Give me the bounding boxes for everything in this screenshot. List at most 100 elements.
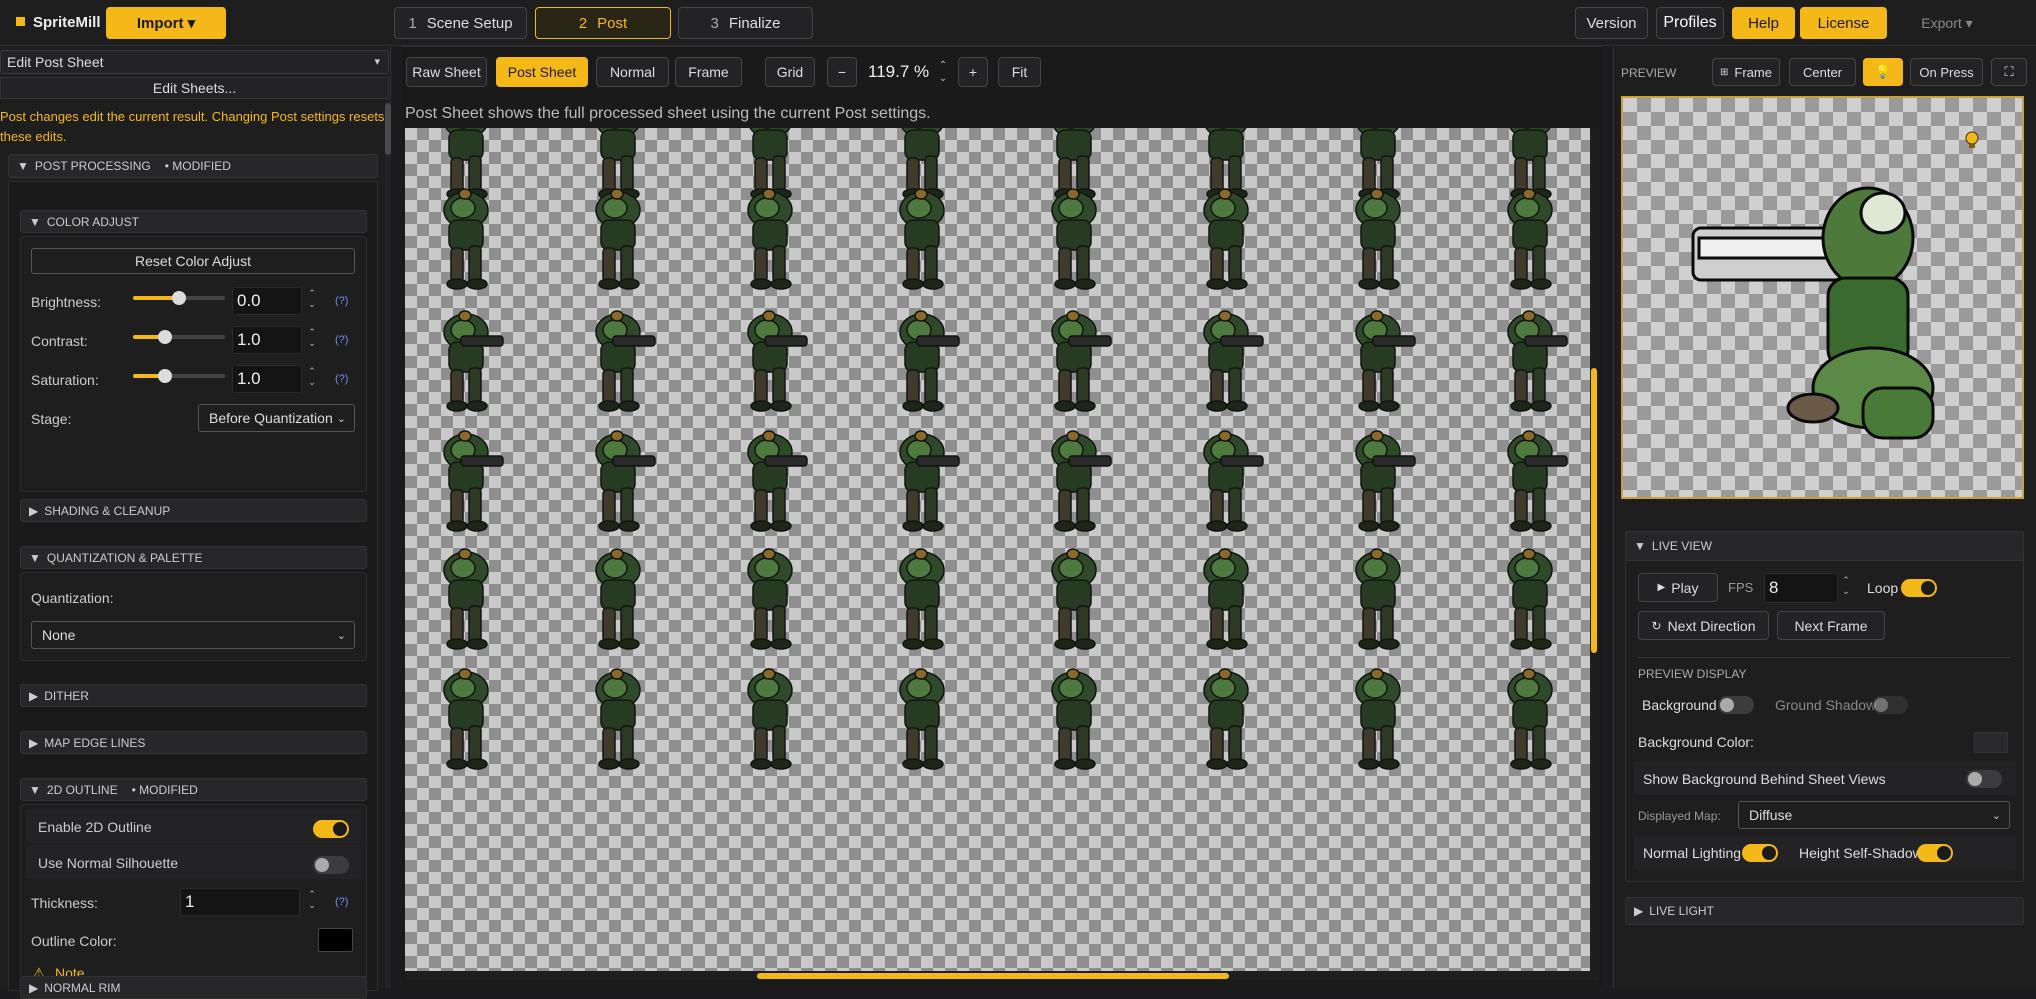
sheet-sprite-frame (573, 300, 663, 415)
license-button[interactable]: License (1800, 7, 1887, 39)
step-scene-setup[interactable]: 1 Scene Setup (394, 7, 527, 39)
section-quantization-palette[interactable]: ▼ QUANTIZATION & PALETTE (20, 546, 367, 569)
left-scrollbar[interactable] (385, 103, 391, 988)
top-bar: SpriteMill Import ▾ 1 Scene Setup 2 Post 3… (0, 0, 2036, 46)
saturation-slider[interactable] (133, 369, 225, 383)
step-finalize[interactable]: 3 Finalize (678, 7, 813, 39)
show-bg-behind-toggle[interactable] (1966, 770, 2002, 788)
height-self-shadow-toggle[interactable] (1917, 844, 1953, 862)
saturation-input[interactable]: 1.0 (232, 365, 302, 393)
version-button[interactable]: Version (1575, 7, 1648, 39)
brightness-label: Brightness: (31, 294, 102, 310)
sheet-horizontal-scrollbar[interactable] (405, 971, 1590, 980)
tab-post-sheet[interactable]: Post Sheet (496, 57, 588, 87)
saturation-help[interactable]: (?) (335, 373, 348, 385)
brightness-slider[interactable] (133, 291, 225, 305)
contrast-label: Contrast: (31, 333, 88, 349)
brightness-input[interactable]: 0.0 (232, 287, 302, 315)
zoom-level[interactable]: 119.7 % (868, 62, 929, 82)
light-position-icon[interactable] (1964, 131, 1980, 148)
chevron-down-icon: ⌄ (336, 630, 346, 642)
thickness-stepper[interactable]: ⌃ ⌄ (307, 889, 317, 911)
enable-outline-toggle[interactable] (313, 820, 349, 838)
triangle-down-icon: ▼ (29, 550, 41, 565)
profiles-button[interactable]: Profiles (1656, 7, 1724, 39)
sheet-sprite-frame (573, 538, 663, 653)
sheet-sprite-frame (1029, 420, 1119, 535)
zoom-stepper[interactable]: ⌃ ⌄ (938, 59, 948, 85)
step-post[interactable]: 2 Post (535, 7, 671, 39)
sheet-sprite-frame (421, 538, 511, 653)
contrast-slider[interactable] (133, 330, 225, 344)
background-color-swatch[interactable] (1974, 732, 2008, 753)
post-sheet-canvas[interactable] (405, 128, 1599, 980)
section-post-processing[interactable]: ▼ POST PROCESSING • MODIFIED (8, 154, 378, 178)
next-direction-button[interactable]: ↻ Next Direction (1638, 611, 1769, 640)
tab-raw-sheet[interactable]: Raw Sheet (406, 57, 487, 87)
sheet-sprite-frame (1333, 300, 1423, 415)
section-dither[interactable]: ▶ DITHER (20, 684, 367, 707)
ground-shadow-toggle[interactable] (1872, 696, 1908, 714)
grid-button[interactable]: Grid (765, 57, 815, 87)
section-live-light[interactable]: ▶ LIVE LIGHT (1625, 897, 2024, 925)
tab-normal[interactable]: Normal (596, 57, 669, 87)
brightness-help[interactable]: (?) (335, 295, 348, 307)
triangle-right-icon: ▶ (29, 503, 39, 518)
frame-toggle-button[interactable]: ⊞ Frame (1712, 58, 1780, 86)
sheet-vertical-scrollbar[interactable] (1590, 128, 1599, 980)
contrast-help[interactable]: (?) (335, 334, 348, 346)
stage-label: Stage: (31, 411, 72, 427)
section-live-view[interactable]: ▼ LIVE VIEW (1625, 531, 2024, 561)
outline-color-label: Outline Color: (31, 933, 117, 949)
normal-lighting-toggle[interactable] (1742, 844, 1778, 862)
section-color-adjust[interactable]: ▼ COLOR ADJUST (20, 210, 367, 233)
mode-select[interactable]: Edit Post Sheet ▾ (0, 50, 389, 74)
background-color-label: Background Color: (1638, 734, 1754, 750)
zoom-in-button[interactable]: + (958, 57, 988, 87)
section-2d-outline[interactable]: ▼ 2D OUTLINE • MODIFIED (20, 778, 367, 801)
edit-sheets-button[interactable]: Edit Sheets... (0, 77, 389, 99)
contrast-input[interactable]: 1.0 (232, 326, 302, 354)
sheet-sprite-frame (725, 300, 815, 415)
tab-frame[interactable]: Frame (675, 57, 742, 87)
light-bulb-button[interactable]: 💡 (1863, 58, 1903, 86)
next-frame-button[interactable]: Next Frame (1777, 611, 1885, 640)
stage-select[interactable]: Before Quantization ⌄ (198, 404, 355, 432)
displayed-map-select[interactable]: Diffuse ⌄ (1738, 801, 2010, 829)
preview-canvas[interactable] (1621, 96, 2024, 499)
preview-display-label: PREVIEW DISPLAY (1638, 667, 1747, 681)
fit-button[interactable]: Fit (998, 57, 1041, 87)
app-name: SpriteMill (33, 14, 101, 31)
triangle-down-icon: ▼ (1634, 539, 1646, 553)
play-icon: ▶ (1657, 582, 1666, 593)
zoom-out-button[interactable]: − (827, 57, 857, 87)
section-shading-cleanup[interactable]: ▶ SHADING & CLEANUP (20, 499, 367, 522)
outline-color-swatch[interactable] (318, 928, 353, 952)
chevron-down-icon: ⌄ (336, 413, 346, 425)
section-map-edge-lines[interactable]: ▶ MAP EDGE LINES (20, 731, 367, 754)
triangle-down-icon: ▼ (29, 214, 41, 229)
on-press-button[interactable]: On Press (1910, 58, 1983, 86)
brightness-stepper[interactable]: ⌃ ⌄ (307, 288, 317, 310)
thickness-input[interactable]: 1 (180, 888, 300, 916)
help-button[interactable]: Help (1732, 7, 1795, 39)
contrast-stepper[interactable]: ⌃ ⌄ (307, 327, 317, 349)
fps-stepper[interactable]: ⌃ ⌄ (1841, 575, 1851, 597)
loop-toggle[interactable] (1901, 579, 1937, 597)
reset-color-adjust-button[interactable]: Reset Color Adjust (31, 248, 355, 274)
saturation-stepper[interactable]: ⌃ ⌄ (307, 366, 317, 388)
play-button[interactable]: ▶ Play (1638, 573, 1718, 602)
thickness-label: Thickness: (31, 895, 98, 911)
center-button[interactable]: Center (1789, 58, 1856, 86)
sheet-sprite-frame (1181, 420, 1271, 535)
background-toggle[interactable] (1718, 696, 1754, 714)
normal-silhouette-toggle[interactable] (313, 856, 349, 874)
import-button[interactable]: Import ▾ (106, 7, 226, 39)
quantization-select[interactable]: None ⌄ (31, 621, 355, 649)
fps-input[interactable]: 8 (1764, 573, 1838, 603)
triangle-right-icon: ▶ (29, 735, 39, 750)
thickness-help[interactable]: (?) (335, 896, 348, 908)
sheet-sprite-frame (1333, 658, 1423, 773)
export-button[interactable]: Export ▾ (1898, 7, 1996, 39)
fullscreen-icon[interactable]: ⛶ (1991, 58, 2027, 86)
